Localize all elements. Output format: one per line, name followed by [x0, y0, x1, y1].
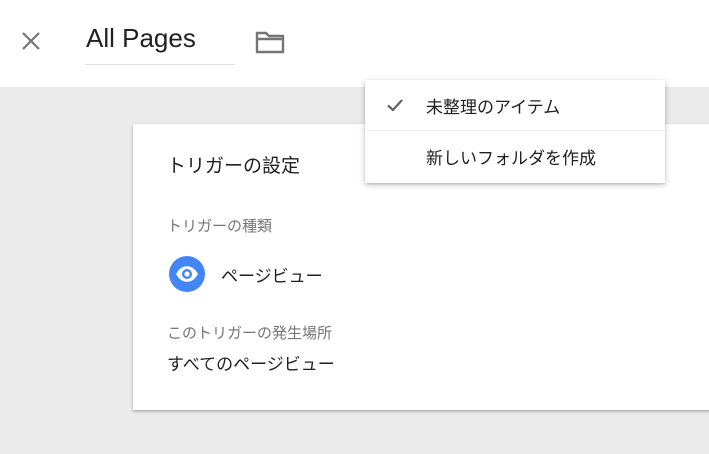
- check-icon: [387, 99, 403, 112]
- trigger-type-label: トリガーの種類: [167, 217, 273, 235]
- menu-item-new-folder[interactable]: 新しいフォルダを作成: [365, 131, 665, 181]
- trigger-name-field[interactable]: All Pages: [85, 20, 235, 65]
- folder-icon: [255, 31, 285, 54]
- fires-on-label: このトリガーの発生場所: [167, 324, 333, 342]
- menu-item-label: 未整理のアイテム: [426, 98, 561, 118]
- trigger-name: All Pages: [86, 23, 196, 53]
- close-icon: [22, 32, 40, 50]
- menu-item-label: 新しいフォルダを作成: [426, 149, 596, 169]
- card-title: トリガーの設定: [167, 155, 301, 177]
- trigger-type-value: ページビュー: [221, 267, 323, 287]
- folder-button[interactable]: [252, 26, 288, 58]
- folder-dropdown-menu: 未整理のアイテム 新しいフォルダを作成: [365, 80, 665, 183]
- top-bar: All Pages: [0, 0, 709, 87]
- fires-on-value: すべてのページビュー: [167, 355, 335, 375]
- trigger-type-badge: [169, 256, 205, 292]
- eye-icon: [176, 266, 198, 282]
- menu-item-unfiled-items[interactable]: 未整理のアイテム: [365, 80, 665, 131]
- close-button[interactable]: [14, 24, 48, 58]
